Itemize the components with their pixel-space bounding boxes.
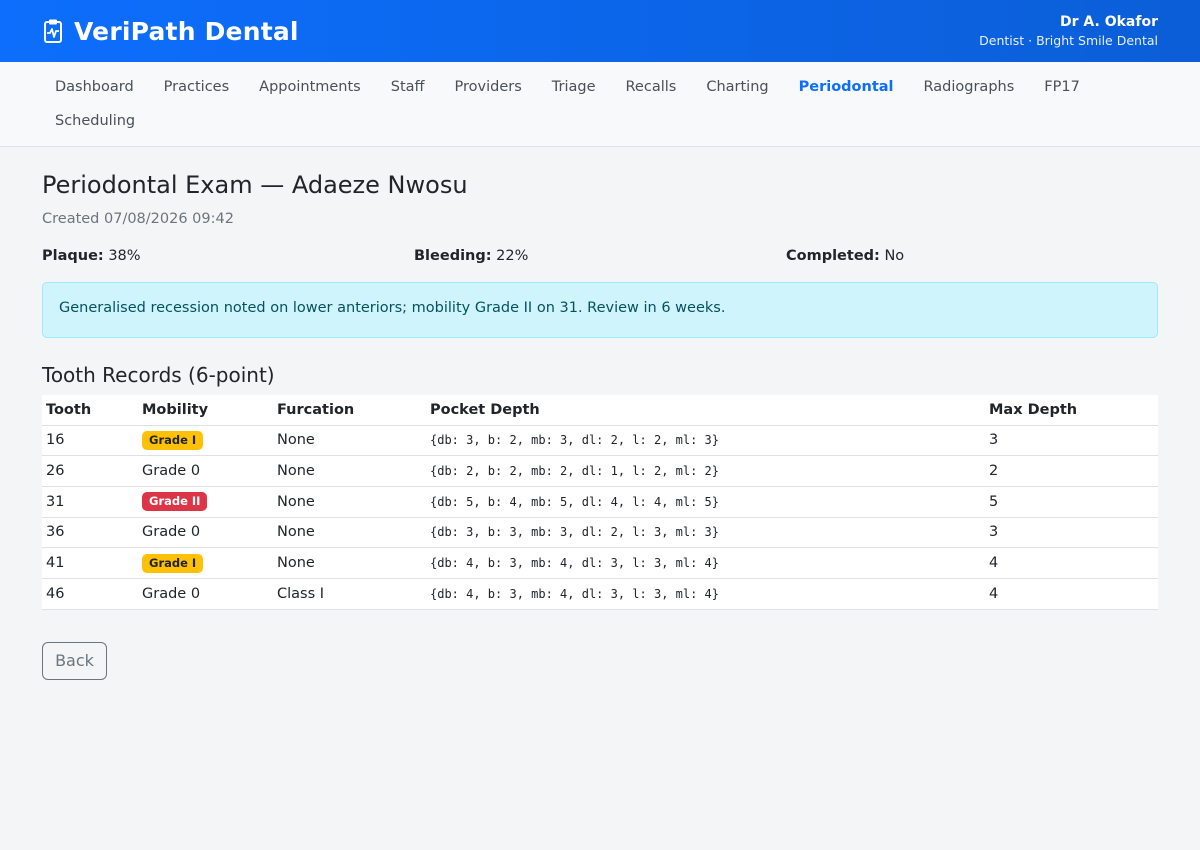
pocket-depth-cell: {db: 4, b: 3, mb: 4, dl: 3, l: 3, ml: 4}: [426, 547, 985, 579]
tooth-cell: 31: [42, 486, 138, 518]
mobility-cell: Grade 0: [138, 517, 273, 549]
user-role: Dentist · Bright Smile Dental: [979, 33, 1158, 48]
table-row: 41 Grade I None {db: 4, b: 3, mb: 4, dl: 3,…: [42, 547, 1158, 579]
clipboard-pulse-icon: [42, 18, 64, 44]
mobility-badge: Grade II: [142, 492, 208, 512]
table-row: 16 Grade I None {db: 3, b: 2, mb: 3, dl: 2,…: [42, 425, 1158, 457]
mobility-badge: Grade I: [142, 430, 204, 450]
pocket-depth-cell: {db: 4, b: 3, mb: 4, dl: 3, l: 3, ml: 4}: [426, 578, 985, 610]
table-body: 16 Grade I None {db: 3, b: 2, mb: 3, dl: 2,…: [42, 425, 1158, 610]
max-depth-cell: 5: [985, 486, 1158, 518]
table-row: 26 Grade 0 None {db: 2, b: 2, mb: 2, dl: 1,…: [42, 455, 1158, 487]
bleeding-value: 22%: [496, 248, 529, 264]
mobility-cell: Grade 0: [138, 578, 273, 610]
furcation-cell: None: [273, 425, 426, 457]
tooth-cell: 46: [42, 578, 138, 610]
furcation-cell: None: [273, 517, 426, 549]
tooth-cell: 16: [42, 425, 138, 457]
plaque-value: 38%: [108, 248, 141, 264]
nav-item-dashboard[interactable]: Dashboard: [40, 70, 149, 104]
plaque-stat: Plaque: 38%: [42, 248, 414, 264]
table-header-row: Tooth Mobility Furcation Pocket Depth Ma…: [42, 395, 1158, 426]
column-header-tooth: Tooth: [42, 395, 138, 426]
max-depth-cell: 2: [985, 455, 1158, 487]
max-depth-cell: 4: [985, 578, 1158, 610]
furcation-cell: Class I: [273, 578, 426, 610]
furcation-cell: None: [273, 455, 426, 487]
nav-item-periodontal[interactable]: Periodontal: [784, 70, 909, 104]
user-name: Dr A. Okafor: [1060, 14, 1158, 30]
tooth-cell: 41: [42, 547, 138, 579]
nav-item-radiographs[interactable]: Radiographs: [909, 70, 1030, 104]
max-depth-cell: 3: [985, 517, 1158, 549]
main-nav: Dashboard Practices Appointments Staff P…: [0, 62, 1200, 147]
completed-value: No: [884, 248, 905, 264]
nav-item-triage[interactable]: Triage: [537, 70, 611, 104]
pocket-depth-cell: {db: 3, b: 3, mb: 3, dl: 2, l: 3, ml: 3}: [426, 517, 985, 549]
bleeding-stat: Bleeding: 22%: [414, 248, 786, 264]
furcation-cell: None: [273, 547, 426, 579]
nav-item-fp17[interactable]: FP17: [1029, 70, 1095, 104]
max-depth-cell: 4: [985, 547, 1158, 579]
tooth-cell: 36: [42, 517, 138, 549]
mobility-cell: Grade I: [138, 547, 273, 579]
brand[interactable]: VeriPath Dental: [42, 17, 299, 46]
brand-name: VeriPath Dental: [74, 16, 299, 46]
nav-item-providers[interactable]: Providers: [440, 70, 537, 104]
nav-item-recalls[interactable]: Recalls: [611, 70, 692, 104]
main-content: Periodontal Exam — Adaeze Nwosu Created …: [0, 147, 1200, 702]
column-header-furcation: Furcation: [273, 395, 426, 426]
mobility-cell: Grade II: [138, 486, 273, 518]
mobility-cell: Grade I: [138, 425, 273, 457]
user-info: Dr A. Okafor Dentist · Bright Smile Dent…: [979, 14, 1158, 48]
column-header-pocket-depth: Pocket Depth: [426, 395, 985, 426]
table-row: 46 Grade 0 Class I {db: 4, b: 3, mb: 4, dl:…: [42, 578, 1158, 610]
exam-note-alert: Generalised recession noted on lower ant…: [42, 282, 1158, 338]
table-row: 36 Grade 0 None {db: 3, b: 3, mb: 3, dl: 2,…: [42, 517, 1158, 549]
section-title: Tooth Records (6-point): [42, 363, 275, 387]
mobility-cell: Grade 0: [138, 455, 273, 487]
created-timestamp: Created 07/08/2026 09:42: [42, 211, 234, 227]
nav-item-staff[interactable]: Staff: [376, 70, 440, 104]
nav-item-charting[interactable]: Charting: [691, 70, 783, 104]
pocket-depth-cell: {db: 3, b: 2, mb: 3, dl: 2, l: 2, ml: 3}: [426, 425, 985, 457]
top-bar: VeriPath Dental Dr A. Okafor Dentist · B…: [0, 0, 1200, 62]
column-header-max-depth: Max Depth: [985, 395, 1158, 426]
completed-label: Completed:: [786, 248, 880, 264]
furcation-cell: None: [273, 486, 426, 518]
pocket-depth-cell: {db: 5, b: 4, mb: 5, dl: 4, l: 4, ml: 5}: [426, 486, 985, 518]
plaque-label: Plaque:: [42, 248, 104, 264]
nav-item-practices[interactable]: Practices: [149, 70, 244, 104]
pocket-depth-cell: {db: 2, b: 2, mb: 2, dl: 1, l: 2, ml: 2}: [426, 455, 985, 487]
nav-item-scheduling[interactable]: Scheduling: [40, 104, 150, 138]
max-depth-cell: 3: [985, 425, 1158, 457]
exam-stats: Plaque: 38% Bleeding: 22% Completed: No: [42, 248, 1158, 264]
completed-stat: Completed: No: [786, 248, 1158, 264]
page-title: Periodontal Exam — Adaeze Nwosu: [42, 171, 468, 199]
table-row: 31 Grade II None {db: 5, b: 4, mb: 5, dl: 4…: [42, 486, 1158, 518]
bleeding-label: Bleeding:: [414, 248, 492, 264]
tooth-records-table: Tooth Mobility Furcation Pocket Depth Ma…: [42, 395, 1158, 610]
mobility-badge: Grade I: [142, 553, 204, 573]
nav-item-appointments[interactable]: Appointments: [244, 70, 376, 104]
tooth-cell: 26: [42, 455, 138, 487]
back-button[interactable]: Back: [42, 641, 107, 680]
column-header-mobility: Mobility: [138, 395, 273, 426]
